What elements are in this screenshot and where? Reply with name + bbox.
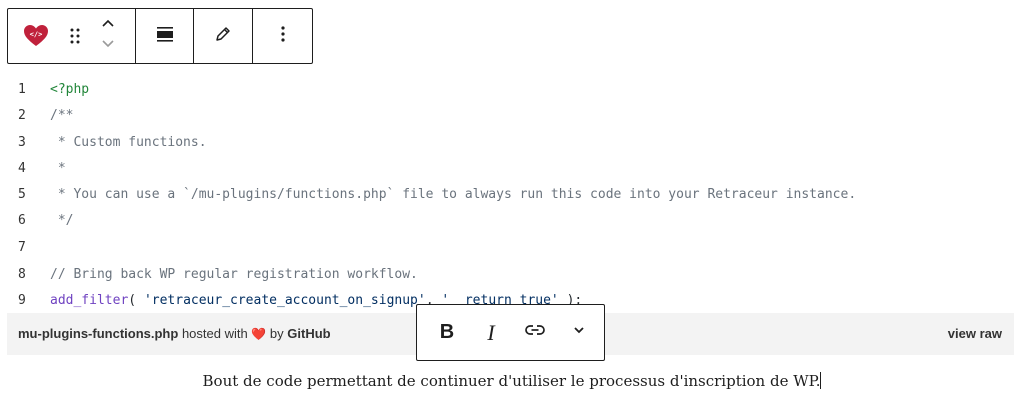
- code-token: 'retraceur_create_account_on_signup': [143, 293, 426, 308]
- chevron-down-icon[interactable]: [101, 36, 115, 55]
- by-text: by: [269, 326, 284, 341]
- image-caption[interactable]: Bout de code permettant de continuer d'u…: [0, 372, 1024, 390]
- line-content: */: [50, 211, 74, 231]
- block-switcher-group: </>: [8, 9, 136, 63]
- line-number: 6: [18, 213, 26, 228]
- gist-filename-link[interactable]: mu-plugins-functions.php: [18, 326, 178, 341]
- gist-meta: mu-plugins-functions.php hosted with ❤️ …: [18, 326, 331, 341]
- line-number: 5: [18, 187, 26, 202]
- drag-handle-icon[interactable]: [65, 27, 85, 45]
- chevron-up-icon[interactable]: [101, 17, 115, 36]
- view-raw-link[interactable]: view raw: [948, 326, 1002, 341]
- gist-heart-icon[interactable]: </>: [21, 21, 51, 51]
- line-number: 7: [18, 240, 26, 255]
- github-link[interactable]: GitHub: [287, 326, 330, 341]
- bold-button[interactable]: B: [425, 305, 469, 360]
- line-number: 1: [18, 82, 26, 97]
- line-number: 4: [18, 161, 26, 176]
- line-content: <?php: [50, 80, 89, 100]
- caption-text: Bout de code permettant de continuer d'u…: [202, 372, 821, 390]
- line-content: /**: [50, 106, 73, 126]
- more-vertical-icon: [280, 25, 286, 48]
- block-mover: [98, 17, 118, 55]
- line-content: * Custom functions.: [50, 133, 207, 153]
- more-formats-button[interactable]: [557, 305, 601, 360]
- line-number: 9: [18, 293, 26, 308]
- code-token: * You can use a `/mu-plugins/functions.p…: [50, 187, 857, 202]
- link-button[interactable]: [513, 305, 557, 360]
- edit-button[interactable]: [194, 9, 254, 63]
- code-token: <?php: [50, 82, 90, 97]
- heart-icon: ❤️: [251, 327, 267, 341]
- code-token: */: [50, 213, 74, 228]
- svg-text:</>: </>: [30, 31, 43, 39]
- code-token: (: [128, 293, 144, 308]
- code-token: add_filter: [50, 293, 129, 308]
- line-number: 8: [18, 267, 26, 282]
- italic-button[interactable]: I: [469, 305, 513, 360]
- align-icon: [156, 25, 174, 48]
- code-token: *: [50, 161, 66, 176]
- text-caret: [820, 372, 822, 389]
- code-token: * Custom functions.: [50, 135, 207, 150]
- line-content: // Bring back WP regular registration wo…: [50, 265, 418, 285]
- hosted-with-text: hosted with: [181, 326, 248, 341]
- line-number: 2: [18, 108, 26, 123]
- line-content: *: [50, 159, 66, 179]
- block-toolbar: </>: [7, 8, 313, 64]
- pencil-icon: [214, 25, 232, 48]
- line-number: 3: [18, 135, 26, 150]
- align-button[interactable]: [136, 9, 195, 63]
- more-options-button[interactable]: [253, 9, 312, 63]
- chevron-down-icon: [572, 323, 586, 342]
- code-token: // Bring back WP regular registration wo…: [50, 267, 418, 282]
- format-toolbar: B I: [416, 304, 605, 361]
- line-content: * You can use a `/mu-plugins/functions.p…: [50, 185, 856, 205]
- link-icon: [524, 323, 546, 342]
- code-token: /**: [50, 108, 74, 123]
